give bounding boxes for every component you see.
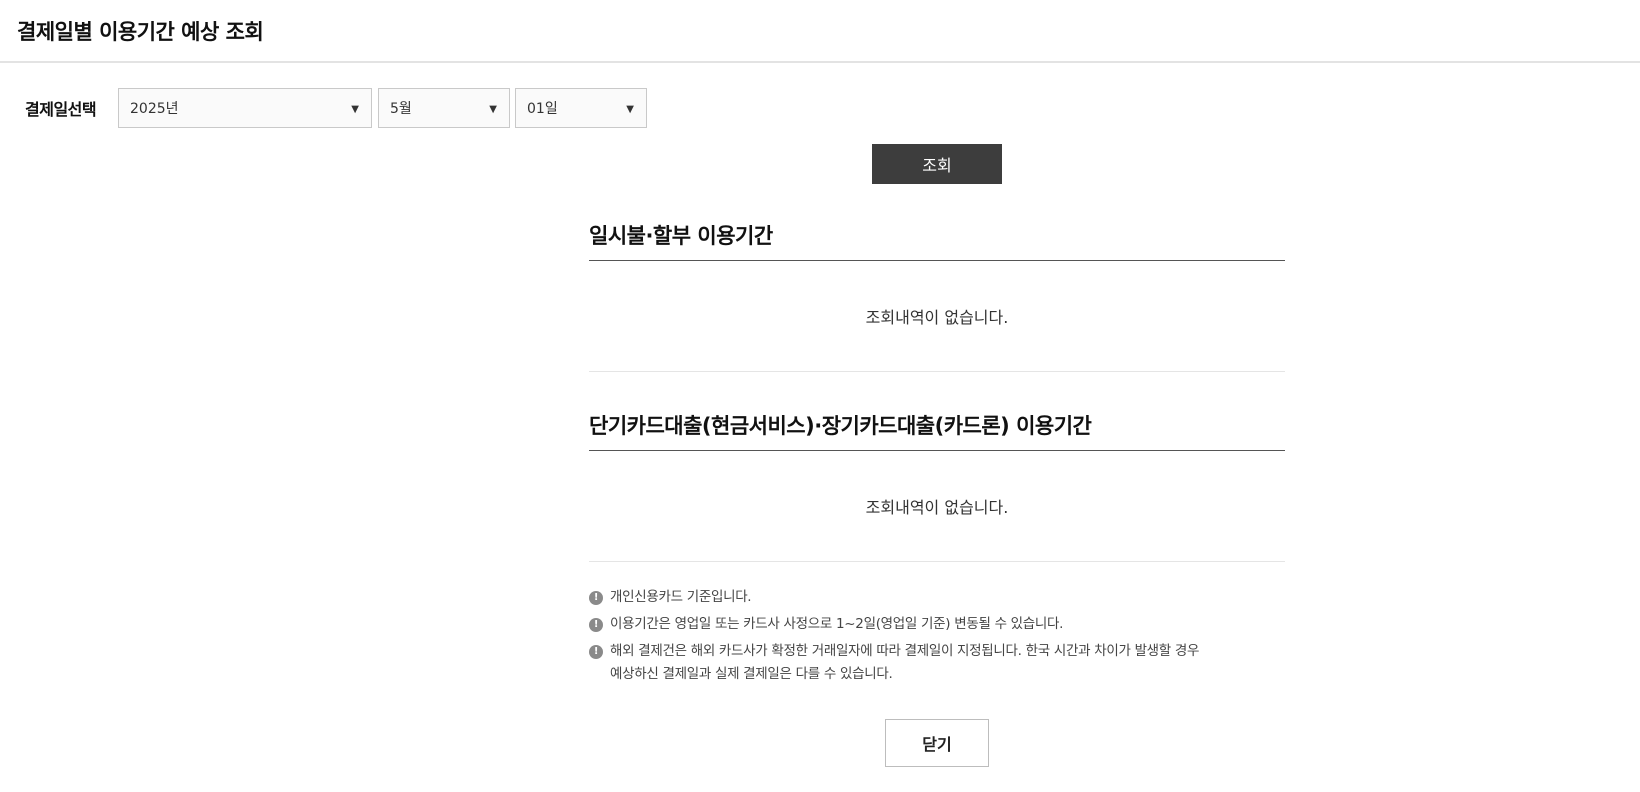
date-select-row: 결제일선택: [25, 88, 118, 128]
chevron-down-icon: ▼: [351, 104, 359, 115]
month-select[interactable]: 5월 ▼: [378, 88, 510, 128]
section-title: 일시불·할부 이용기간: [589, 220, 1285, 261]
page-header: 결제일별 이용기간 예상 조회: [0, 0, 1640, 63]
notice-text-line: 해외 결제건은 해외 카드사가 확정한 거래일자에 따라 결제일이 지정됩니다.…: [610, 643, 1200, 659]
installment-period-section: 일시불·할부 이용기간 조회내역이 없습니다.: [589, 220, 1285, 372]
notice-text: 개인신용카드 기준입니다.: [610, 589, 752, 605]
search-button[interactable]: 조회: [872, 144, 1002, 184]
chevron-down-icon: ▼: [489, 104, 497, 115]
notice-text-line: 예상하신 결제일과 실제 결제일은 다를 수 있습니다.: [610, 666, 893, 682]
close-button[interactable]: 닫기: [885, 719, 989, 767]
date-select-label: 결제일선택: [25, 100, 97, 119]
day-select-value: 01일: [527, 101, 558, 117]
card-loan-period-section: 단기카드대출(현금서비스)·장기카드대출(카드론) 이용기간 조회내역이 없습니…: [589, 410, 1285, 562]
notice-item: ! 해외 결제건은 해외 카드사가 확정한 거래일자에 따라 결제일이 지정됩니…: [589, 640, 1289, 686]
info-icon: !: [589, 618, 603, 632]
year-select[interactable]: 2025년 ▼: [118, 88, 372, 128]
section-title: 단기카드대출(현금서비스)·장기카드대출(카드론) 이용기간: [589, 410, 1285, 451]
notice-item: ! 이용기간은 영업일 또는 카드사 사정으로 1~2일(영업일 기준) 변동될…: [589, 613, 1289, 636]
info-icon: !: [589, 591, 603, 605]
notice-text: 이용기간은 영업일 또는 카드사 사정으로 1~2일(영업일 기준) 변동될 수…: [610, 616, 1064, 632]
info-icon: !: [589, 645, 603, 659]
month-select-value: 5월: [390, 101, 412, 117]
notice-list: ! 개인신용카드 기준입니다. ! 이용기간은 영업일 또는 카드사 사정으로 …: [589, 586, 1289, 690]
empty-message: 조회내역이 없습니다.: [589, 261, 1285, 372]
page-title: 결제일별 이용기간 예상 조회: [17, 19, 264, 44]
empty-message: 조회내역이 없습니다.: [589, 451, 1285, 562]
day-select[interactable]: 01일 ▼: [515, 88, 647, 128]
year-select-value: 2025년: [130, 101, 179, 117]
chevron-down-icon: ▼: [626, 104, 634, 115]
notice-item: ! 개인신용카드 기준입니다.: [589, 586, 1289, 609]
notice-text: 해외 결제건은 해외 카드사가 확정한 거래일자에 따라 결제일이 지정됩니다.…: [610, 640, 1199, 686]
